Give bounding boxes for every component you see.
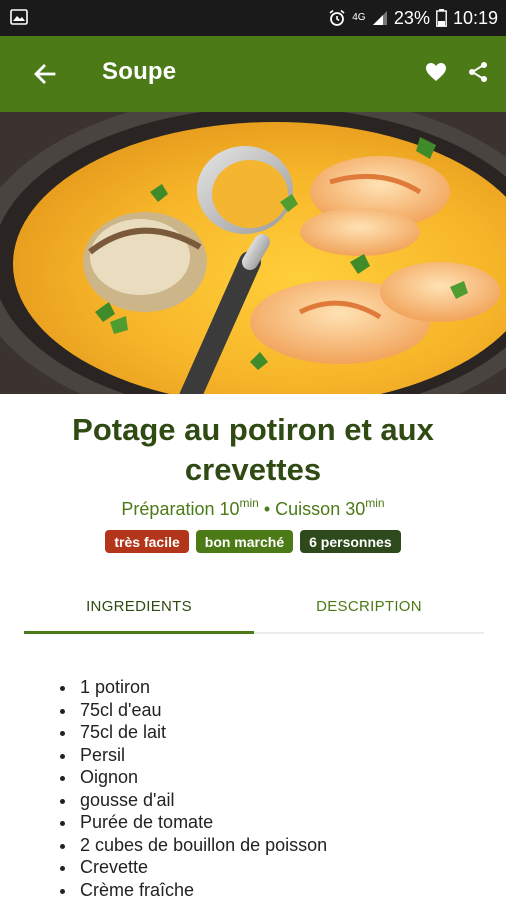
list-item: Crème fraîche xyxy=(58,879,488,900)
tab-description[interactable]: DESCRIPTION xyxy=(254,580,484,632)
gallery-notification-icon xyxy=(10,9,28,25)
tab-ingredients[interactable]: INGREDIENTS xyxy=(24,580,254,634)
list-item: Crevette xyxy=(58,856,488,879)
recipe-badges: très facile bon marché 6 personnes xyxy=(0,530,506,553)
prep-unit: min xyxy=(239,496,259,510)
cost-badge: bon marché xyxy=(195,530,294,553)
app-bar-title: Soupe xyxy=(102,58,177,85)
list-item: Purée de tomate xyxy=(58,811,488,834)
prep-time: Préparation 10 xyxy=(121,499,240,519)
favorite-button[interactable] xyxy=(424,60,450,86)
share-icon xyxy=(469,62,487,82)
servings-badge: 6 personnes xyxy=(300,530,401,553)
recipe-times: Préparation 10min • Cuisson 30min xyxy=(0,496,506,520)
heart-icon xyxy=(426,63,446,81)
list-item: 2 cubes de bouillon de poisson xyxy=(58,834,488,857)
share-button[interactable] xyxy=(466,60,492,86)
status-bar: 4G 23% 10:19 xyxy=(0,0,506,36)
list-item: 1 potiron xyxy=(58,676,488,699)
battery-percent: 23% xyxy=(393,7,430,28)
soup-illustration xyxy=(0,112,506,394)
list-item: 75cl d'eau xyxy=(58,699,488,722)
clock: 10:19 xyxy=(452,7,498,28)
network-type-label: 4G xyxy=(352,12,366,23)
arrow-left-icon xyxy=(34,64,56,84)
list-item: Persil xyxy=(58,744,488,767)
list-item: 75cl de lait xyxy=(58,721,488,744)
cook-time: Cuisson 30 xyxy=(275,499,366,519)
recipe-tabs: INGREDIENTS DESCRIPTION xyxy=(24,580,484,634)
app-bar: Soupe xyxy=(0,36,506,112)
list-item: Oignon xyxy=(58,766,488,789)
back-button[interactable] xyxy=(28,58,62,90)
status-right: 4G 23% 10:19 xyxy=(328,0,498,36)
cook-unit: min xyxy=(365,496,385,510)
recipe-photo xyxy=(0,112,506,394)
battery-icon xyxy=(436,9,447,27)
ingredients-list: 1 potiron 75cl d'eau 75cl de lait Persil… xyxy=(58,676,488,900)
recipe-title: Potage au potiron et aux crevettes xyxy=(72,412,434,487)
difficulty-badge: très facile xyxy=(105,530,189,553)
list-item: gousse d'ail xyxy=(58,789,488,812)
signal-icon xyxy=(372,11,387,25)
alarm-icon xyxy=(329,9,345,26)
times-separator: • xyxy=(258,499,276,519)
